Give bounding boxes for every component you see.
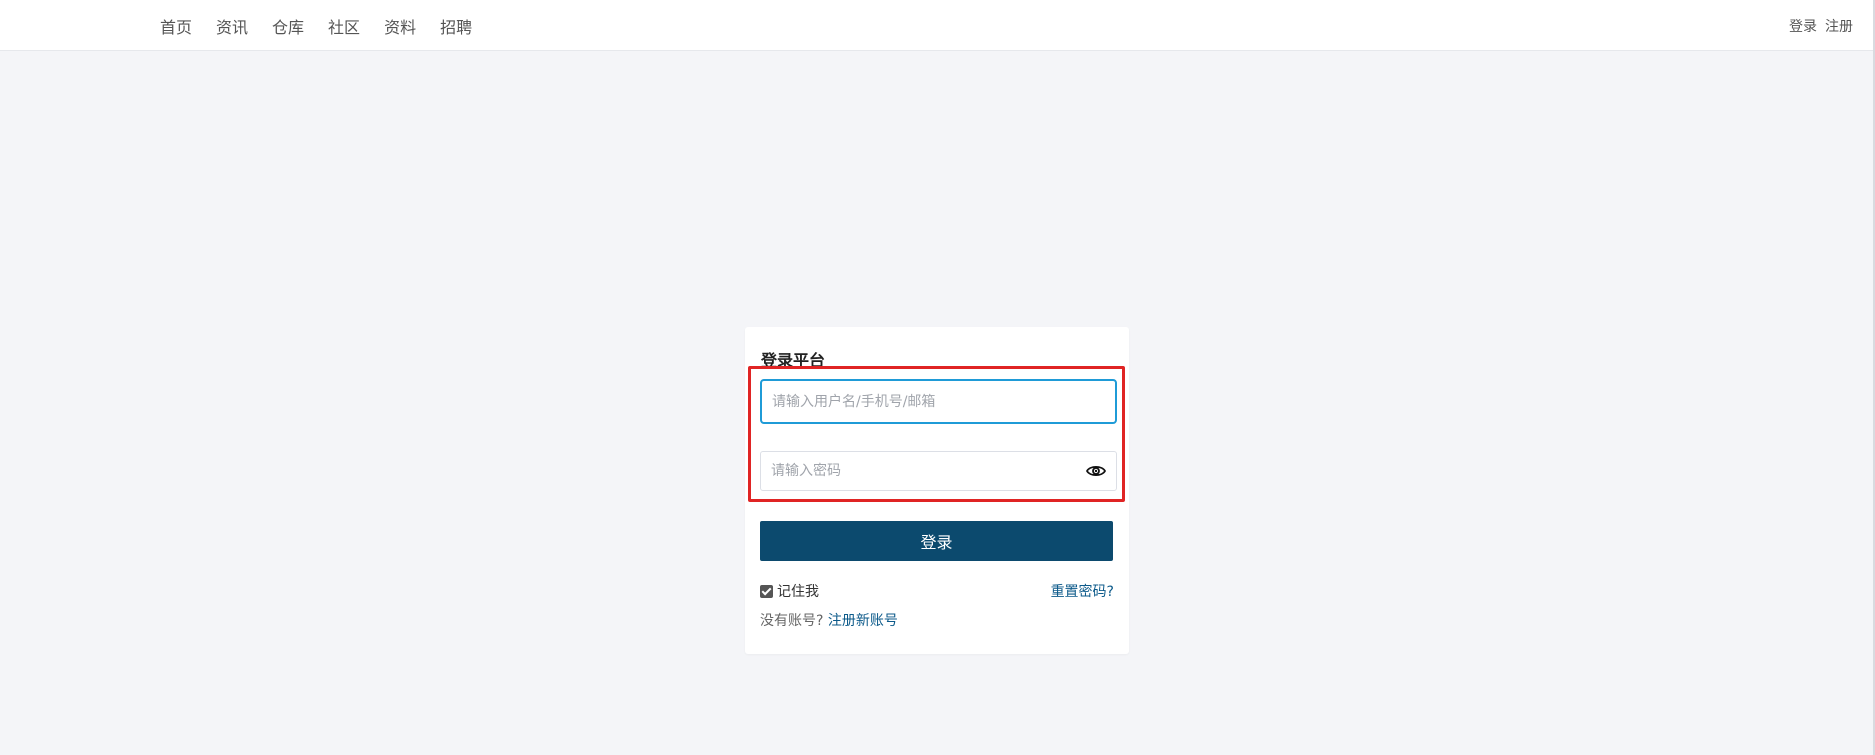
header-register-link[interactable]: 注册 bbox=[1825, 16, 1853, 36]
nav-item-home[interactable]: 首页 bbox=[160, 14, 192, 38]
eye-icon[interactable] bbox=[1086, 464, 1106, 478]
username-field bbox=[760, 379, 1117, 424]
nav-item-resources[interactable]: 资料 bbox=[384, 14, 416, 38]
main-nav: 首页 资讯 仓库 社区 资料 招聘 bbox=[160, 0, 496, 51]
auth-links: 登录 注册 bbox=[1789, 0, 1853, 51]
nav-item-news[interactable]: 资讯 bbox=[216, 14, 248, 38]
username-input[interactable] bbox=[762, 381, 1115, 422]
nav-item-jobs[interactable]: 招聘 bbox=[440, 14, 472, 38]
remember-label: 记住我 bbox=[777, 584, 819, 600]
login-card: 登录平台 登录 记住我 重置密码? 没有账号? 注册新账号 bbox=[745, 327, 1129, 654]
register-new-account-link[interactable]: 注册新账号 bbox=[828, 613, 898, 629]
page: 首页 资讯 仓库 社区 资料 招聘 登录 注册 登录平台 登录 bbox=[0, 0, 1875, 755]
remember-checkbox[interactable] bbox=[760, 584, 773, 598]
register-prompt: 没有账号? 注册新账号 bbox=[760, 610, 898, 630]
password-field bbox=[760, 451, 1117, 491]
login-button[interactable]: 登录 bbox=[760, 521, 1113, 561]
top-navbar: 首页 资讯 仓库 社区 资料 招聘 登录 注册 bbox=[0, 0, 1873, 51]
reset-password-link[interactable]: 重置密码? bbox=[1051, 581, 1114, 601]
header-login-link[interactable]: 登录 bbox=[1789, 16, 1817, 36]
password-input[interactable] bbox=[761, 452, 1116, 490]
remember-me[interactable]: 记住我 bbox=[760, 581, 819, 601]
nav-item-community[interactable]: 社区 bbox=[328, 14, 360, 38]
no-account-text: 没有账号? bbox=[760, 613, 824, 629]
nav-item-repository[interactable]: 仓库 bbox=[272, 14, 304, 38]
